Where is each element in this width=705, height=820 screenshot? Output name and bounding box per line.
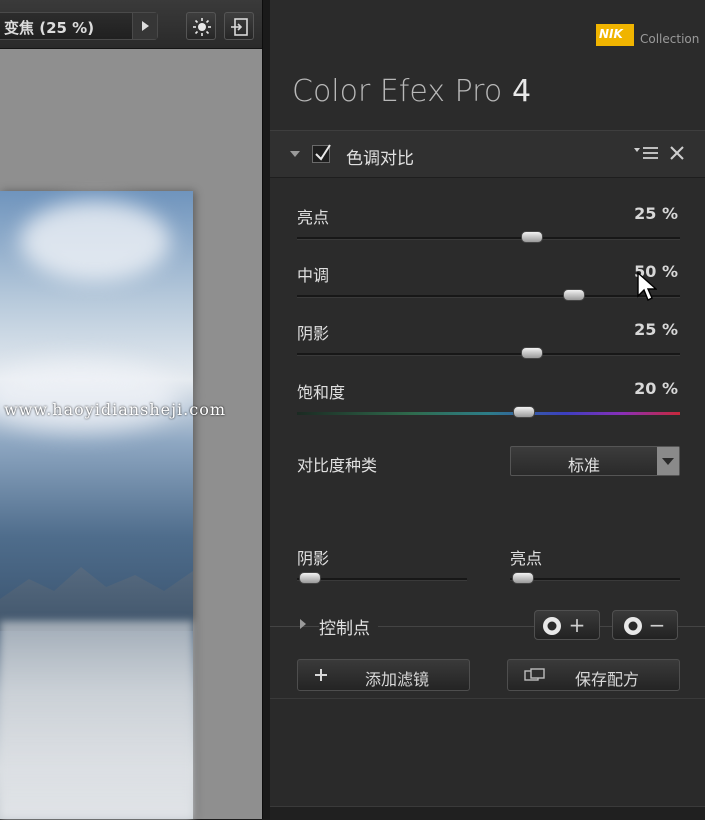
save-recipe-icon [524,668,545,681]
watermark-text: www.haoyidiansheji.com [4,400,227,419]
control-point-remove-icon: − [624,615,666,637]
checkmark-icon [315,144,331,161]
plus-icon [315,669,327,681]
protect-highlights-slider[interactable] [510,572,680,584]
image-cloud [20,201,170,281]
mouse-cursor-icon [637,272,657,301]
remove-control-point-button[interactable]: − [612,610,678,640]
midtones-slider[interactable] [297,289,680,301]
saturation-value: 20 % [634,379,678,398]
filter-enable-checkbox[interactable] [312,144,331,163]
lightbulb-icon [193,18,211,36]
image-mountains [0,567,193,631]
highlights-label: 亮点 [297,208,330,227]
slider-thumb[interactable] [520,347,543,359]
saturation-slider[interactable] [297,406,680,418]
highlights-slider[interactable] [297,231,680,243]
shadows-value: 25 % [634,320,678,339]
contrast-type-label: 对比度种类 [297,456,378,475]
add-filter-label: 添加滤镜 [365,670,430,689]
filter-header[interactable]: 色调对比 [270,130,705,178]
filter-name: 色调对比 [346,149,414,169]
zoom-label: 变焦 (25 %) [4,19,95,37]
preview-image[interactable] [0,191,193,819]
recipe-area [270,698,705,820]
minus-symbol: − [649,615,666,637]
chevron-down-icon[interactable] [657,447,679,475]
save-recipe-label: 保存配方 [575,670,640,689]
save-recipe-button[interactable]: 保存配方 [507,659,680,691]
background-toggle-button[interactable] [186,12,216,40]
plus-symbol: + [569,615,586,637]
image-fog [0,621,193,819]
midtones-label: 中调 [297,266,330,285]
collapse-arrow-icon[interactable] [290,151,300,157]
nik-logo-text: NIK [599,27,623,41]
exit-button[interactable] [224,12,254,40]
add-control-point-button[interactable]: + [534,610,600,640]
expand-arrow-icon[interactable] [300,619,306,629]
zoom-select[interactable]: 变焦 (25 %) [0,12,158,40]
nik-logo: NIK [596,24,634,46]
collection-label: Collection [640,32,700,46]
add-filter-button[interactable]: 添加滤镜 [297,659,470,691]
contrast-type-select[interactable]: 标准 [510,446,680,476]
control-point-add-icon: + [543,615,586,637]
saturation-label: 饱和度 [297,383,346,402]
app-title: Color Efex Pro [292,74,503,109]
preview-toolbar: 变焦 (25 %) [0,0,262,49]
protect-highlights-label: 亮点 [510,549,543,568]
preview-pane: www.haoyidiansheji.com 变焦 (25 %) [0,0,262,819]
protect-shadows-slider[interactable] [297,572,467,584]
contrast-type-value: 标准 [567,456,600,475]
image-cloud [0,361,180,431]
close-icon[interactable] [670,146,684,160]
highlights-value: 25 % [634,204,678,223]
control-points-label[interactable]: 控制点 [319,614,378,639]
exit-icon [231,18,248,36]
slider-thumb[interactable] [512,406,535,418]
filter-panel: NIK Collection Color Efex Pro 4 色调对比 亮点 … [270,0,705,820]
slider-thumb[interactable] [520,231,543,243]
slider-thumb[interactable] [511,572,534,584]
shadows-slider[interactable] [297,347,680,359]
panel-footer [270,806,705,820]
protect-shadows-label: 阴影 [297,549,330,568]
filter-menu-icon[interactable] [634,145,660,161]
shadows-label: 阴影 [297,324,330,343]
slider-thumb[interactable] [562,289,585,301]
slider-thumb[interactable] [298,572,321,584]
app-version: 4 [512,74,532,109]
triangle-right-icon[interactable] [132,13,157,39]
